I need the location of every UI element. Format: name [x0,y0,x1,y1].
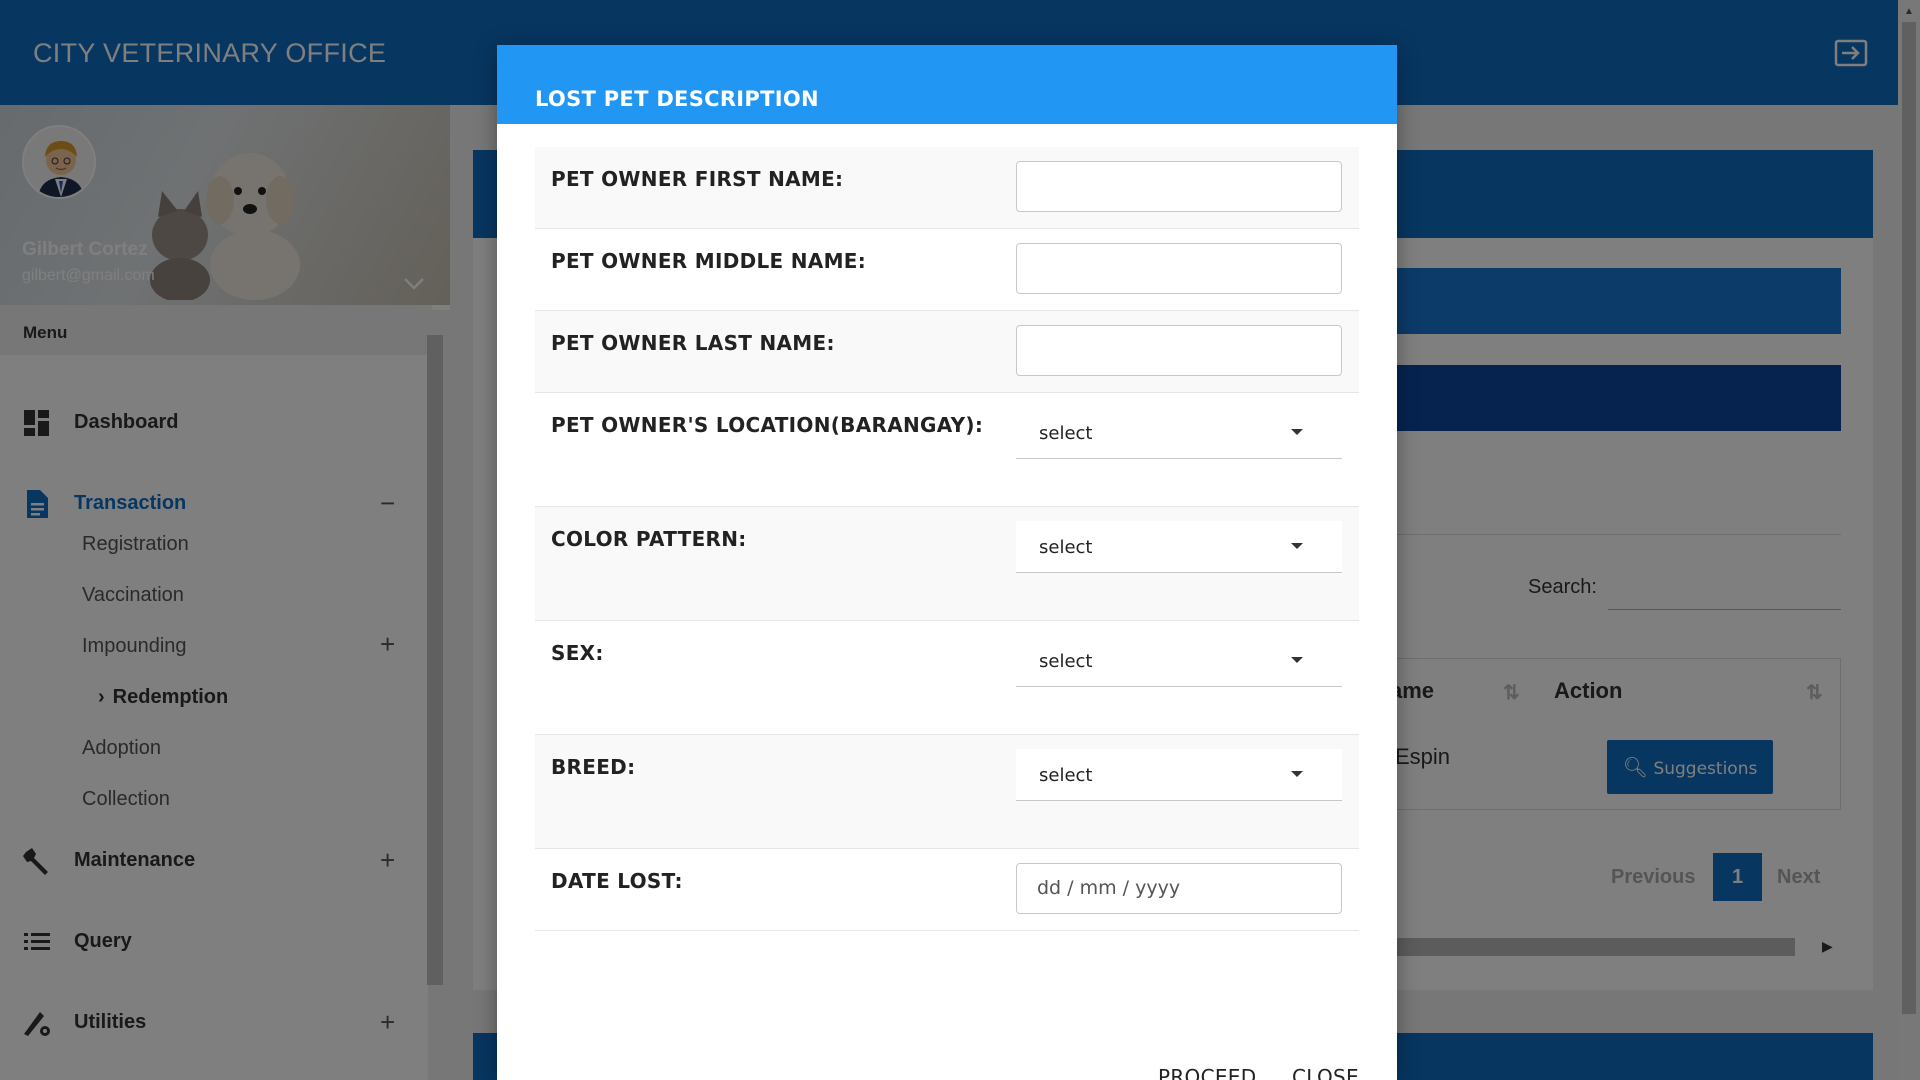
field-label: DATE LOST: [551,869,683,893]
modal-title: LOST PET DESCRIPTION [535,87,819,111]
owner-last-name-input[interactable] [1016,325,1342,376]
owner-middle-name-input[interactable] [1016,243,1342,294]
form-row-first-name: PET OWNER FIRST NAME: [535,147,1359,229]
modal-header: LOST PET DESCRIPTION [497,45,1397,124]
form-row-color-pattern: COLOR PATTERN: select [535,507,1359,621]
form-row-location: PET OWNER'S LOCATION(BARANGAY): select [535,393,1359,507]
select-value: select [1039,765,1093,786]
lost-pet-modal: LOST PET DESCRIPTION PET OWNER FIRST NAM… [497,45,1397,1080]
form-row-date-lost: DATE LOST: dd / mm / yyyy [535,849,1359,931]
field-label: BREED: [551,755,636,779]
proceed-button[interactable]: PROCEED [1158,1065,1256,1080]
owner-first-name-input[interactable] [1016,161,1342,212]
dropdown-caret-icon [1291,657,1303,663]
form-row-breed: BREED: select [535,735,1359,849]
form-row-middle-name: PET OWNER MIDDLE NAME: [535,229,1359,311]
form-row-last-name: PET OWNER LAST NAME: [535,311,1359,393]
form-row-sex: SEX: select [535,621,1359,735]
field-label: PET OWNER FIRST NAME: [551,167,844,191]
dropdown-caret-icon [1291,543,1303,549]
color-pattern-select[interactable]: select [1016,521,1342,573]
sex-select[interactable]: select [1016,635,1342,687]
date-placeholder: dd / mm / yyyy [1037,877,1181,899]
field-label: PET OWNER LAST NAME: [551,331,835,355]
owner-location-select[interactable]: select [1016,407,1342,459]
field-label: SEX: [551,641,604,665]
select-value: select [1039,423,1093,444]
dropdown-caret-icon [1291,429,1303,435]
breed-select[interactable]: select [1016,749,1342,801]
close-button[interactable]: CLOSE [1292,1065,1359,1080]
date-lost-input[interactable]: dd / mm / yyyy [1016,863,1342,914]
dropdown-caret-icon [1291,771,1303,777]
field-label: PET OWNER'S LOCATION(BARANGAY): [551,413,984,437]
select-value: select [1039,651,1093,672]
field-label: COLOR PATTERN: [551,527,747,551]
field-label: PET OWNER MIDDLE NAME: [551,249,867,273]
select-value: select [1039,537,1093,558]
